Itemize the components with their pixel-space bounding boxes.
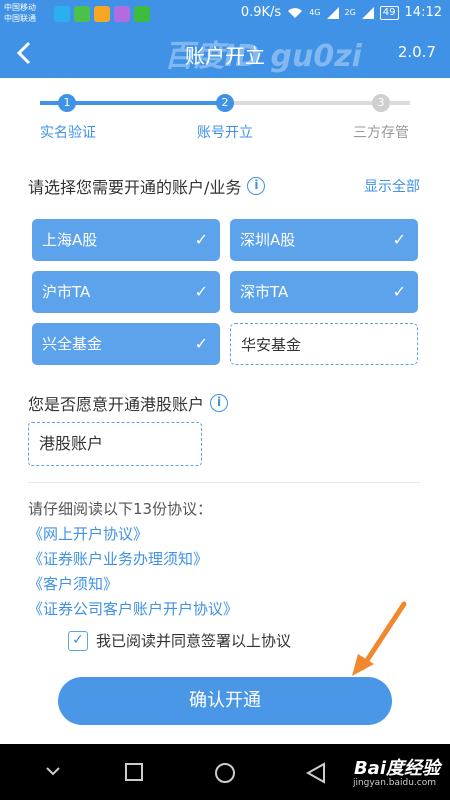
account-question-row: 请选择您需要开通的账户/业务 i 显示全部 [28, 174, 420, 198]
hk-question-row: 您是否愿意开通港股账户 i [28, 391, 420, 415]
wifi-icon [288, 7, 303, 18]
baidu-url: jingyan.baidu.com [352, 778, 436, 788]
network-2g: 2G [344, 8, 356, 17]
check-icon: ✓ [392, 282, 406, 301]
check-icon: ✓ [194, 334, 208, 353]
option-label: 沪市TA [42, 283, 91, 301]
notification-icons [54, 6, 150, 22]
clock: 14:12 [404, 5, 442, 20]
home-icon[interactable] [214, 762, 236, 784]
chevron-down-icon[interactable] [46, 766, 60, 776]
step-2-dot: 2 [216, 94, 234, 112]
nav-bar: 百度ID gu0zi 账户开立 2.0.7 [0, 28, 450, 78]
net-speed: 0.9K/s [240, 5, 282, 20]
hk-question: 您是否愿意开通港股账户 [28, 395, 205, 414]
recent-apps-icon[interactable] [124, 762, 144, 782]
agree-checkbox[interactable]: ✓ [68, 630, 88, 651]
option-huaan-fund[interactable]: 华安基金 [230, 323, 418, 365]
status-bar: 中国移动 中国联通 0.9K/s 4G 2G 49 14:12 [0, 0, 450, 28]
agreement-link[interactable]: 《客户须知》 [28, 572, 418, 597]
option-label: 深圳A股 [240, 231, 296, 249]
step-3-dot: 3 [372, 94, 390, 112]
app-icon [94, 6, 110, 22]
app-icon [74, 6, 90, 22]
option-label: 深市TA [240, 283, 289, 301]
option-label: 上海A股 [42, 231, 98, 249]
agreement-link[interactable]: 《网上开户协议》 [28, 522, 418, 547]
version-label: 2.0.7 [397, 43, 436, 61]
phone-icon [134, 6, 150, 22]
carrier-1: 中国移动 [4, 3, 36, 12]
agreement-link[interactable]: 《证券账户业务办理须知》 [28, 547, 418, 572]
system-nav-bar: Bai度经验 jingyan.baidu.com [0, 744, 450, 800]
check-icon: ✓ [194, 230, 208, 249]
agree-row: ✓ 我已阅读并同意签署以上协议 [68, 630, 291, 651]
agree-label: 我已阅读并同意签署以上协议 [96, 632, 292, 650]
battery-icon: 49 [379, 5, 399, 20]
carrier-2: 中国联通 [4, 14, 36, 23]
back-icon[interactable] [306, 762, 326, 784]
app-icon [114, 6, 130, 22]
step-1-dot: 1 [58, 94, 76, 112]
network-4g: 4G [309, 8, 321, 17]
baidu-logo: Bai度经验 [353, 758, 440, 779]
option-sh-ta[interactable]: 沪市TA ✓ [32, 271, 220, 313]
option-hk-account[interactable]: 港股账户 [28, 422, 202, 466]
app-icon [54, 6, 70, 22]
option-sz-a-share[interactable]: 深圳A股 ✓ [230, 219, 418, 261]
step-1-label: 实名验证 [40, 125, 96, 141]
status-right: 0.9K/s 4G 2G 49 14:12 [241, 5, 442, 20]
info-icon[interactable]: i [210, 394, 229, 412]
progress-stepper: 1 2 3 实名验证 账号开立 三方存管 [0, 78, 450, 150]
signal-icon [361, 6, 374, 19]
check-icon: ✓ [194, 282, 208, 301]
option-xingquan-fund[interactable]: 兴全基金 ✓ [32, 323, 220, 365]
show-all-link[interactable]: 显示全部 [364, 176, 420, 196]
signal-icon [326, 6, 339, 19]
account-question: 请选择您需要开通的账户/业务 [28, 178, 242, 197]
option-label: 华安基金 [241, 336, 302, 354]
agreements-title: 请仔细阅读以下13份协议： [28, 500, 213, 518]
step-2-label: 账号开立 [197, 125, 253, 141]
option-sz-ta[interactable]: 深市TA ✓ [230, 271, 418, 313]
page-title: 账户开立 [185, 44, 265, 68]
option-label: 兴全基金 [42, 335, 103, 353]
confirm-button[interactable]: 确认开通 [58, 677, 392, 725]
divider [28, 482, 420, 483]
info-icon[interactable]: i [247, 177, 266, 195]
option-sh-a-share[interactable]: 上海A股 ✓ [32, 219, 220, 261]
check-icon: ✓ [392, 230, 406, 249]
step-3-label: 三方存管 [353, 125, 409, 141]
carrier-info: 中国移动 中国联通 [4, 2, 36, 24]
annotation-arrow-icon [352, 601, 407, 676]
